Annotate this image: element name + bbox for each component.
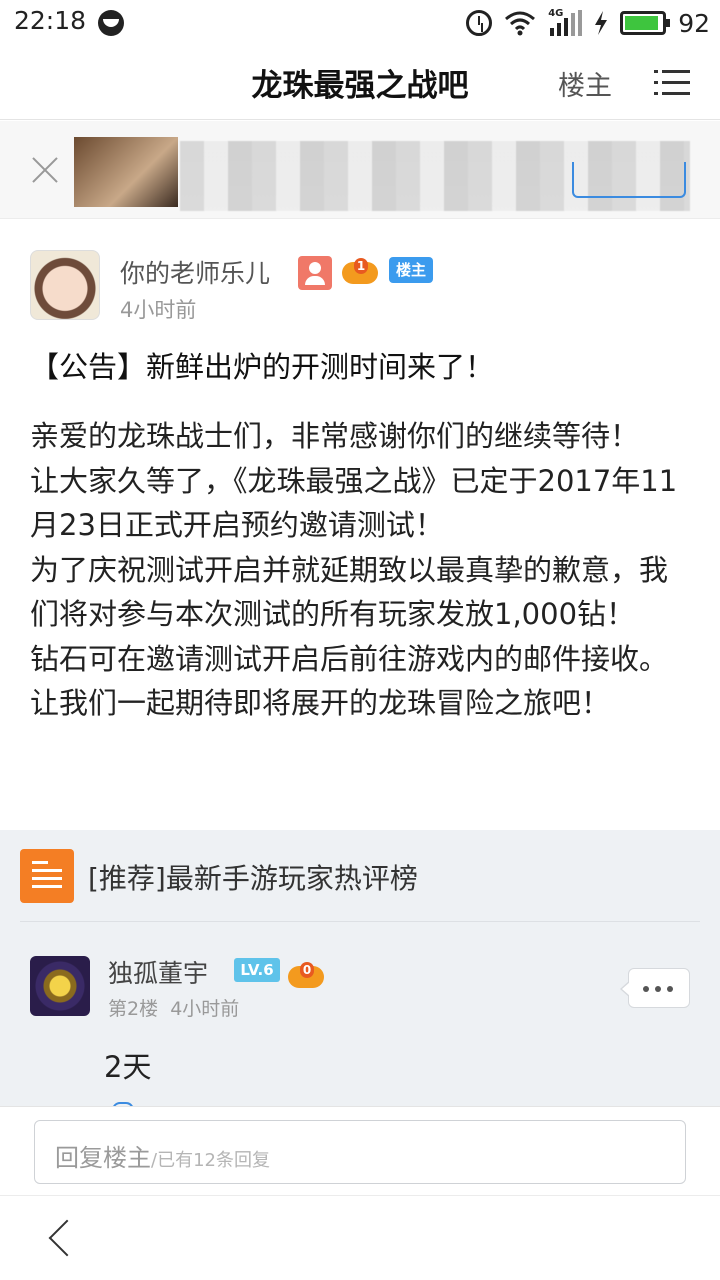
post-author[interactable]: 你的老师乐儿 — [120, 254, 270, 290]
reply-time: 4小时前 — [170, 998, 240, 1020]
battery-percent: 92 — [678, 8, 710, 38]
status-time: 22:18 — [14, 6, 87, 35]
level-badge: LV.6 — [234, 958, 280, 982]
list-icon[interactable] — [20, 849, 74, 903]
post-paragraph: 亲爱的龙珠战士们，非常感谢你们的继续等待！ — [30, 419, 640, 453]
close-icon[interactable] — [30, 155, 60, 185]
post-title: 【公告】新鲜出炉的开测时间来了！ — [30, 350, 495, 384]
post-paragraph: 让大家久等了，《龙珠最强之战》已定于2017年11月23日正式开启预约邀请测试！ — [30, 463, 678, 543]
signal-icon: 4G — [548, 8, 583, 36]
status-bar: 22:18 4G 92 — [0, 0, 720, 46]
avatar[interactable] — [30, 956, 90, 1016]
page-title[interactable]: 龙珠最强之战吧 — [0, 60, 720, 105]
recommend-link[interactable]: [推荐]最新手游玩家热评榜 — [88, 857, 418, 897]
reply-placeholder: 回复楼主/已有12条回复 — [55, 1138, 270, 1173]
reply-count: /已有12条回复 — [151, 1150, 270, 1171]
battery-icon — [620, 11, 671, 35]
post-time: 4小时前 — [120, 298, 197, 322]
reply-area: [推荐]最新手游玩家热评榜 独孤董宇 LV.6 0 第2楼 4小时前 2天 — [0, 830, 720, 1110]
post-body: 亲爱的龙珠战士们，非常感谢你们的继续等待！ 让大家久等了，《龙珠最强之战》已定于… — [30, 414, 690, 726]
bottom-nav — [0, 1197, 720, 1280]
battery-fill — [625, 16, 658, 30]
alarm-icon — [466, 10, 493, 36]
wifi-icon — [504, 10, 536, 36]
divider — [20, 921, 700, 922]
reply-input[interactable]: 回复楼主/已有12条回复 — [34, 1120, 686, 1184]
original-post: 你的老师乐儿 1 楼主 4小时前 【公告】新鲜出炉的开测时间来了！ 亲爱的龙珠战… — [0, 220, 720, 830]
only-owner-button[interactable]: 楼主 — [558, 64, 612, 103]
gamepad-level: 1 — [354, 258, 368, 274]
gamepad-level: 0 — [300, 962, 314, 978]
post-paragraph: 让我们一起期待即将展开的龙珠冒险之旅吧！ — [30, 686, 611, 720]
reply-author[interactable]: 独孤董宇 — [108, 954, 208, 990]
ad-action-button[interactable] — [572, 162, 686, 198]
more-button[interactable] — [620, 968, 690, 1008]
reply-bar: 回复楼主/已有12条回复 — [0, 1106, 720, 1196]
ad-thumbnail[interactable] — [74, 137, 178, 207]
gamepad-icon: 0 — [288, 962, 324, 990]
reply-content: 2天 — [104, 1050, 152, 1084]
op-badge: 楼主 — [389, 257, 434, 283]
back-arrow-icon[interactable] — [44, 1219, 74, 1259]
gamepad-icon: 1 — [342, 258, 378, 286]
status-indicator-icon — [98, 10, 124, 36]
status-icons: 4G 92 — [466, 4, 710, 42]
header: 龙珠最强之战吧 楼主 — [0, 46, 720, 120]
avatar[interactable] — [30, 250, 100, 320]
user-icon — [298, 256, 332, 290]
charging-bolt-icon — [594, 11, 608, 35]
reply-meta: 第2楼 4小时前 — [108, 994, 239, 1021]
floor-number: 第2楼 — [108, 998, 159, 1020]
post-paragraph: 为了庆祝测试开启并就延期致以最真挚的歉意，我们将对参与本次测试的所有玩家发放1,… — [30, 552, 669, 632]
more-icon — [643, 986, 649, 992]
post-paragraph: 钻石可在邀请测试开启后前往游戏内的邮件接收。 — [30, 641, 669, 676]
menu-icon[interactable] — [654, 66, 690, 98]
reply-placeholder-text: 回复楼主 — [55, 1144, 151, 1172]
